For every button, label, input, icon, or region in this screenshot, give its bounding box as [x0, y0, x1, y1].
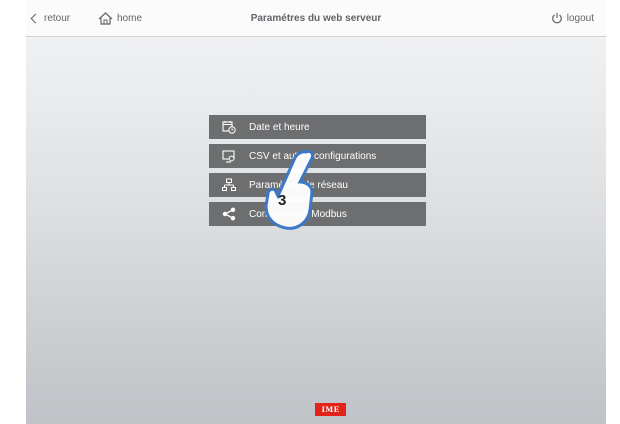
step-number: 3: [278, 192, 287, 209]
power-icon: [551, 13, 562, 24]
menu-item-date-time[interactable]: Date et heure: [209, 115, 426, 139]
logout-button[interactable]: logout: [551, 0, 594, 36]
ime-logo: IME: [315, 403, 346, 416]
pointing-hand-icon: [264, 149, 314, 230]
top-bar: retour home Paramétres du web serveur lo…: [26, 0, 606, 37]
network-icon: [209, 178, 249, 192]
share-icon: [209, 207, 249, 221]
monitor-gear-icon: [209, 149, 249, 163]
logout-label: logout: [566, 12, 594, 24]
menu-label: Date et heure: [249, 121, 310, 133]
page-title: Paramétres du web serveur: [250, 12, 382, 24]
calendar-clock-icon: [209, 120, 249, 134]
